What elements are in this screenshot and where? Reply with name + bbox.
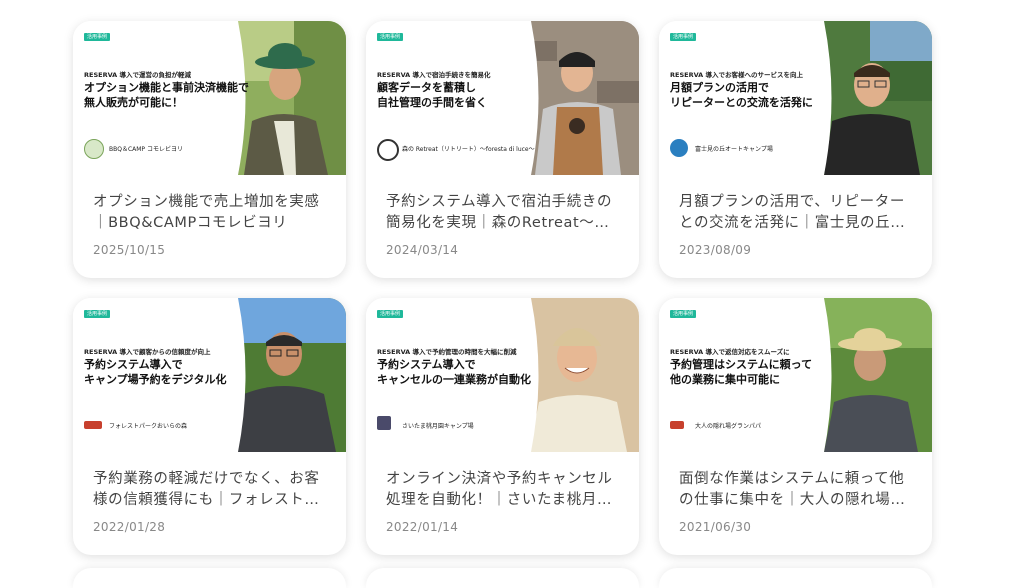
case-study-card[interactable]: 活用事例 RESERVA 導入で宿泊手続きを簡易化 顧客データを蓄積し 自社管理… xyxy=(366,21,639,278)
card-date: 2025/10/15 xyxy=(93,243,166,257)
case-study-grid: 活用事例 RESERVA 導入で運営の負担が軽減 オプション機能と事前決済機能で… xyxy=(0,0,1010,588)
card-thumbnail: 活用事例 RESERVA 導入で予約管理の時間を大幅に削減 予約システム導入で … xyxy=(366,298,639,452)
card-thumbnail: 活用事例 RESERVA 導入で宿泊手続きを簡易化 顧客データを蓄積し 自社管理… xyxy=(366,21,639,175)
case-study-card[interactable]: 活用事例 RESERVA 導入で予約管理の時間を大幅に削減 予約システム導入で … xyxy=(366,298,639,555)
thumb-logo-text: フォレストパークおいらの森 xyxy=(109,423,188,430)
card-title[interactable]: 面倒な作業はシステムに頼って他の仕事に集中を｜大人の隠れ場… xyxy=(679,469,915,511)
card-date: 2022/01/14 xyxy=(386,520,459,534)
case-tag: 活用事例 xyxy=(377,33,404,41)
thumb-headline: 予約システム導入で キャンプ場予約をデジタル化 xyxy=(84,358,227,386)
card-title[interactable]: 予約システム導入で宿泊手続きの簡易化を実現｜森のRetreat〜… xyxy=(386,192,622,234)
thumb-subtitle: RESERVA 導入で顧客からの信頼度が向上 xyxy=(84,348,211,356)
thumb-logo-text: 大人の隠れ場グランパパ xyxy=(695,423,762,430)
case-study-card[interactable]: 活用事例 RESERVA 導入で運営の負担が軽減 オプション機能と事前決済機能で… xyxy=(73,21,346,278)
thumb-subtitle: RESERVA 導入で宿泊手続きを簡易化 xyxy=(377,71,491,79)
thumb-headline: 顧客データを蓄積し 自社管理の手間を省く xyxy=(377,81,487,109)
card-thumbnail: 活用事例 RESERVA 導入で返信対応をスムーズに 予約管理はシステムに頼って… xyxy=(659,298,932,452)
case-tag: 活用事例 xyxy=(670,33,697,41)
card-date: 2024/03/14 xyxy=(386,243,459,257)
venue-logo xyxy=(84,421,102,429)
case-tag: 活用事例 xyxy=(377,310,404,318)
case-tag: 活用事例 xyxy=(84,310,111,318)
case-study-card[interactable]: 活用事例 RESERVA 導入で返信対応をスムーズに 予約管理はシステムに頼って… xyxy=(659,298,932,555)
case-tag: 活用事例 xyxy=(84,33,111,41)
venue-logo xyxy=(670,139,688,157)
thumb-subtitle: RESERVA 導入でお客様へのサービスを向上 xyxy=(670,71,803,79)
card-title[interactable]: オンライン決済や予約キャンセル処理を自動化！｜さいたま桃月… xyxy=(386,469,622,511)
thumb-subtitle: RESERVA 導入で運営の負担が軽減 xyxy=(84,71,191,79)
card-thumbnail: 活用事例 RESERVA 導入で顧客からの信頼度が向上 予約システム導入で キャ… xyxy=(73,298,346,452)
case-study-card[interactable]: 活用事例 RESERVA 導入でお客様へのサービスを向上 月額プランの活用で リ… xyxy=(659,21,932,278)
card-date: 2022/01/28 xyxy=(93,520,166,534)
card-thumbnail: 活用事例 RESERVA 導入で運営の負担が軽減 オプション機能と事前決済機能で… xyxy=(73,21,346,175)
case-study-card[interactable]: 活用事例 RESERVA 導入で顧客からの信頼度が向上 予約システム導入で キャ… xyxy=(73,298,346,555)
thumb-subtitle: RESERVA 導入で返信対応をスムーズに xyxy=(670,348,790,356)
card-title[interactable]: オプション機能で売上増加を実感｜BBQ&CAMPコモレビヨリ xyxy=(93,192,329,234)
venue-logo xyxy=(377,139,399,161)
thumb-logo-text: BBQ＆CAMP コモレビヨリ xyxy=(109,146,183,153)
thumb-subtitle: RESERVA 導入で予約管理の時間を大幅に削減 xyxy=(377,348,517,356)
thumb-logo-text: さいたま桃月園キャンプ場 xyxy=(402,423,474,430)
thumb-logo-text: 富士見の丘オートキャンプ場 xyxy=(695,146,773,153)
thumb-headline: 月額プランの活用で リピーターとの交流を活発に xyxy=(670,81,813,109)
thumb-headline: 予約管理はシステムに頼って 他の業務に集中可能に xyxy=(670,358,813,386)
venue-logo xyxy=(84,139,104,159)
card-date: 2021/06/30 xyxy=(679,520,752,534)
thumb-headline: オプション機能と事前決済機能で 無人販売が可能に！ xyxy=(84,81,249,109)
venue-logo xyxy=(670,421,684,429)
card-title[interactable]: 月額プランの活用で、リピーターとの交流を活発に｜富士見の丘… xyxy=(679,192,915,234)
case-tag: 活用事例 xyxy=(670,310,697,318)
venue-logo xyxy=(377,416,391,430)
next-row-card-edge xyxy=(659,568,932,588)
card-thumbnail: 活用事例 RESERVA 導入でお客様へのサービスを向上 月額プランの活用で リ… xyxy=(659,21,932,175)
next-row-card-edge xyxy=(366,568,639,588)
thumb-logo-text: 森の Retreat（リトリート）〜foresta di luce〜 xyxy=(402,146,535,153)
next-row-card-edge xyxy=(73,568,346,588)
card-date: 2023/08/09 xyxy=(679,243,752,257)
thumb-headline: 予約システム導入で キャンセルの一連業務が自動化 xyxy=(377,358,531,386)
card-title[interactable]: 予約業務の軽減だけでなく、お客様の信頼獲得にも｜フォレスト… xyxy=(93,469,329,511)
